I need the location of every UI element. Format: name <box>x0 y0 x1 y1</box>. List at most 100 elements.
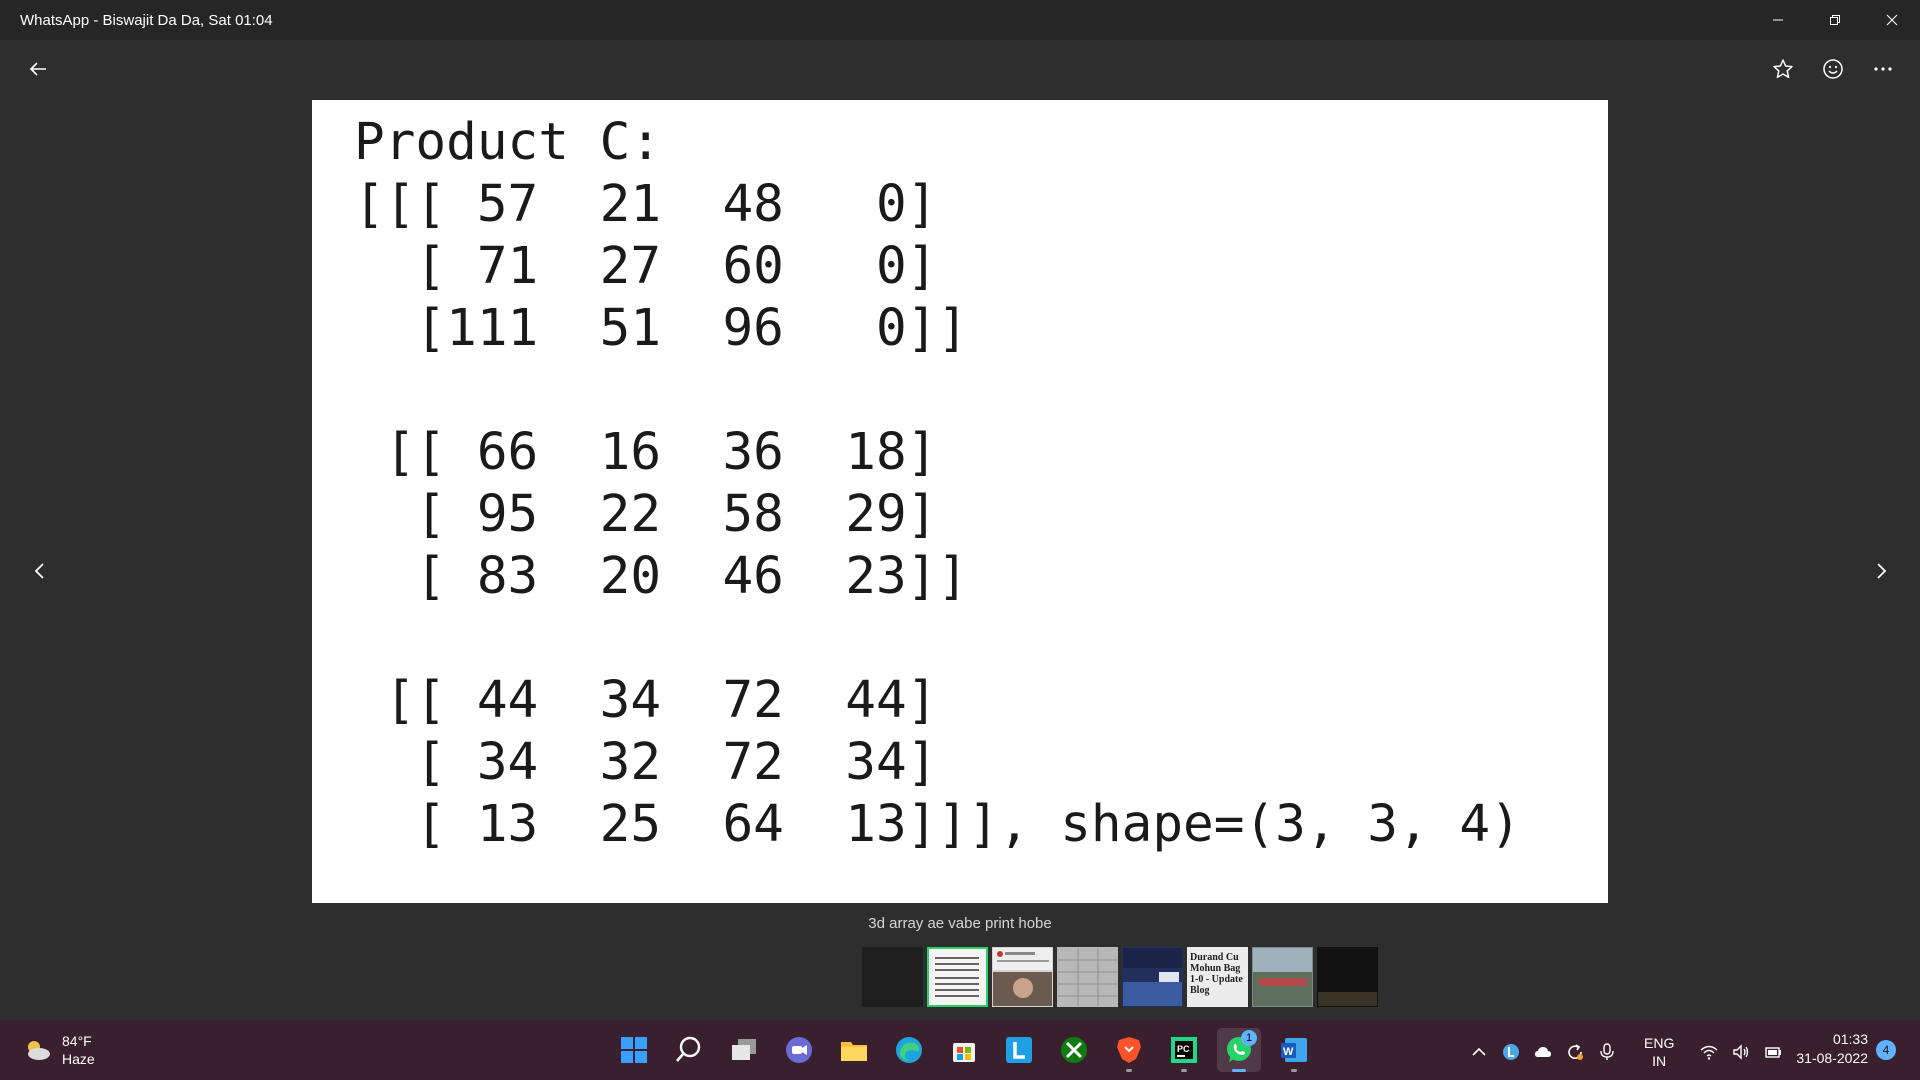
thumbnail-strip: Durand Cu Mohun Bag 1-0 - Update Blog <box>862 947 1378 1009</box>
window-title: WhatsApp - Biswajit Da Da, Sat 01:04 <box>20 11 273 29</box>
pycharm-icon: PC <box>1171 1037 1197 1063</box>
minimize-icon <box>1772 19 1783 21</box>
star-icon <box>1773 59 1793 79</box>
clock-date: 31-08-2022 <box>1796 1050 1868 1066</box>
windows-logo-icon <box>621 1037 647 1063</box>
edge-icon <box>896 1037 922 1063</box>
weather-condition: Haze <box>62 1051 95 1067</box>
svg-text:PC: PC <box>1177 1044 1190 1054</box>
onedrive-button[interactable] <box>1532 1041 1554 1063</box>
crowd-preview-icon <box>1253 948 1312 1006</box>
restore-button[interactable] <box>1806 0 1863 40</box>
chat-icon <box>786 1037 812 1063</box>
chevron-left-icon <box>34 563 44 579</box>
show-hidden-icons-button[interactable] <box>1468 1041 1490 1063</box>
teams-chat-button[interactable] <box>777 1028 821 1072</box>
word-icon: W <box>1281 1038 1307 1062</box>
clock[interactable]: 01:33 31-08-2022 <box>1786 1030 1868 1068</box>
close-icon <box>1886 14 1897 26</box>
back-button[interactable] <box>24 55 52 83</box>
thumbnail-stadium-match[interactable] <box>1122 947 1183 1007</box>
tray-app-l[interactable] <box>1500 1041 1522 1063</box>
notification-badge[interactable]: 4 <box>1876 1040 1896 1060</box>
thumbnail-crowd-photo[interactable] <box>1252 947 1313 1007</box>
minimize-button[interactable] <box>1749 0 1806 40</box>
language-indicator[interactable]: ENG IN <box>1644 1034 1674 1070</box>
emoji-icon <box>1823 59 1843 79</box>
thumbnail-array-output[interactable] <box>927 947 988 1007</box>
file-explorer-button[interactable] <box>832 1028 876 1072</box>
language-region: IN <box>1652 1053 1667 1069</box>
running-indicator <box>1291 1069 1297 1072</box>
running-indicator <box>1126 1069 1132 1072</box>
restore-icon <box>1829 15 1840 25</box>
thumbnail-document-grid[interactable] <box>1057 947 1118 1007</box>
react-button[interactable] <box>1819 55 1847 83</box>
stadium-preview-icon <box>1123 948 1182 1006</box>
document-preview-icon <box>1058 948 1117 1006</box>
task-view-button[interactable] <box>722 1028 766 1072</box>
svg-text:W: W <box>1283 1046 1294 1058</box>
microsoft-store-button[interactable] <box>942 1028 986 1072</box>
sync-icon <box>1568 1044 1583 1060</box>
brave-button[interactable] <box>1107 1028 1151 1072</box>
brave-lion-icon <box>1117 1037 1141 1063</box>
shared-image: Product C: [[[ 57 21 48 0] [ 71 27 60 0]… <box>312 100 1608 903</box>
language-code: ENG <box>1644 1035 1675 1051</box>
chevron-right-icon <box>1877 563 1887 579</box>
running-indicator <box>1181 1069 1187 1072</box>
taskbar: 84°F Haze PC 1 W ENG IN 01:33 31-08-2022… <box>0 1020 1920 1080</box>
more-icon <box>1874 67 1892 71</box>
sync-button[interactable] <box>1564 1041 1586 1063</box>
battery-button[interactable] <box>1762 1041 1784 1063</box>
speaker-icon <box>1733 1044 1749 1060</box>
taskbar-apps: PC 1 W <box>612 1028 1316 1072</box>
wifi-icon <box>1700 1045 1718 1060</box>
volume-button[interactable] <box>1730 1041 1752 1063</box>
microphone-button[interactable] <box>1596 1041 1618 1063</box>
window-controls <box>1749 0 1920 40</box>
thumbnail-dark-video[interactable] <box>1317 947 1378 1007</box>
l-badge-icon <box>1503 1044 1519 1060</box>
unread-badge: 1 <box>1241 1030 1257 1046</box>
video-preview-icon <box>1318 992 1377 1006</box>
thumbnail-blog-headline[interactable]: Durand Cu Mohun Bag 1-0 - Update Blog <box>1187 947 1248 1007</box>
portrait-preview-icon <box>993 948 1052 1006</box>
weather-temperature: 84°F <box>62 1033 92 1049</box>
array-preview-icon <box>935 957 979 997</box>
xbox-icon <box>1061 1037 1087 1063</box>
start-button[interactable] <box>612 1028 656 1072</box>
media-caption: 3d array ae vabe print hobe <box>868 915 1052 932</box>
weather-haze-icon <box>28 1041 50 1060</box>
active-indicator <box>1232 1069 1246 1072</box>
title-bar: WhatsApp - Biswajit Da Da, Sat 01:04 <box>0 0 1920 40</box>
whatsapp-button[interactable]: 1 <box>1217 1028 1261 1072</box>
thumbnail-blog-text: Durand Cu Mohun Bag 1-0 - Update Blog <box>1190 952 1243 996</box>
previous-media-button[interactable] <box>25 556 55 586</box>
back-arrow-icon <box>29 62 46 76</box>
l-app-icon <box>1006 1037 1032 1063</box>
system-tray: ENG IN <box>1468 1034 1784 1070</box>
xbox-button[interactable] <box>1052 1028 1096 1072</box>
close-button[interactable] <box>1863 0 1920 40</box>
folder-icon <box>841 1042 867 1061</box>
wifi-button[interactable] <box>1698 1041 1720 1063</box>
array-output-text: Product C: [[[ 57 21 48 0] [ 71 27 60 0]… <box>354 113 1521 854</box>
weather-widget[interactable]: 84°F Haze <box>22 1032 95 1068</box>
more-options-button[interactable] <box>1869 55 1897 83</box>
edge-button[interactable] <box>887 1028 931 1072</box>
search-button[interactable] <box>667 1028 711 1072</box>
pycharm-button[interactable]: PC <box>1162 1028 1206 1072</box>
microphone-icon <box>1600 1043 1614 1060</box>
word-button[interactable]: W <box>1272 1028 1316 1072</box>
task-view-icon <box>732 1039 756 1060</box>
battery-charging-icon <box>1765 1047 1782 1058</box>
chevron-up-icon <box>1472 1047 1486 1056</box>
search-icon <box>676 1036 701 1062</box>
thumbnail-news-portrait[interactable] <box>992 947 1053 1007</box>
thumbnail-dark-screen[interactable] <box>862 947 923 1007</box>
cloud-icon <box>1535 1047 1551 1057</box>
star-button[interactable] <box>1769 55 1797 83</box>
next-media-button[interactable] <box>1866 556 1896 586</box>
l-app-button[interactable] <box>997 1028 1041 1072</box>
